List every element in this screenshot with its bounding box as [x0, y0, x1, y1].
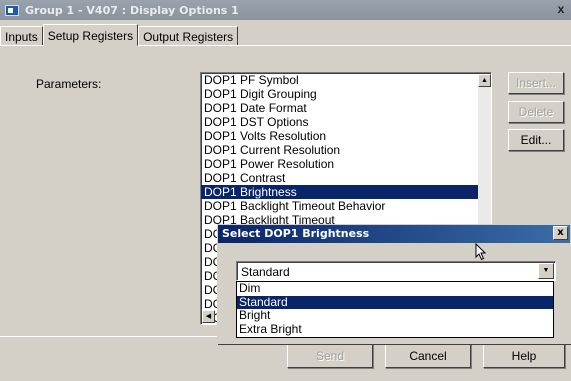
delete-button[interactable]: Delete — [508, 101, 564, 123]
scroll-up-arrow-icon[interactable]: ▲ — [478, 74, 491, 87]
dropdown-option[interactable]: Extra Bright — [237, 322, 553, 337]
list-item[interactable]: DOP1 Brightness — [201, 185, 491, 199]
tab-bar: Inputs Setup Registers Output Registers — [0, 24, 239, 46]
tab-output-registers[interactable]: Output Registers — [138, 26, 239, 46]
select-brightness-popup: Select DOP1 Brightness x Standard ▼ Dim S… — [217, 224, 571, 344]
list-item[interactable]: DOP1 Date Format — [201, 101, 491, 115]
window-title: Group 1 - V407 : Display Options 1 — [25, 3, 239, 17]
list-item[interactable]: DOP1 DST Options — [201, 115, 491, 129]
dropdown-option[interactable]: Bright — [237, 308, 553, 323]
dropdown-option[interactable]: Standard — [237, 295, 553, 309]
help-button[interactable]: Help — [483, 344, 565, 368]
cancel-button[interactable]: Cancel — [385, 344, 471, 368]
list-item[interactable]: DOP1 Current Resolution — [201, 143, 491, 157]
popup-title: Select DOP1 Brightness — [222, 227, 370, 240]
edit-button[interactable]: Edit... — [508, 129, 564, 151]
list-item[interactable]: DOP1 PF Symbol — [201, 73, 491, 87]
list-item[interactable]: DOP1 Contrast — [201, 171, 491, 185]
parameters-label: Parameters: — [36, 77, 102, 91]
list-item[interactable]: DOP1 Power Resolution — [201, 157, 491, 171]
window-close-button[interactable]: x — [553, 2, 569, 17]
list-item[interactable]: DOP1 Backlight Timeout Behavior — [201, 199, 491, 213]
window-titlebar: Group 1 - V407 : Display Options 1 x — [0, 0, 571, 20]
mouse-cursor-icon — [475, 243, 487, 261]
popup-close-button[interactable]: x — [553, 226, 568, 240]
list-item[interactable]: DOP1 Digit Grouping — [201, 87, 491, 101]
popup-titlebar: Select DOP1 Brightness x — [218, 225, 570, 243]
list-item[interactable]: DOP1 Volts Resolution — [201, 129, 491, 143]
app-icon — [5, 4, 19, 16]
combobox-value: Standard — [241, 265, 290, 279]
send-button[interactable]: Send — [287, 344, 373, 368]
insert-button[interactable]: Insert... — [508, 72, 564, 94]
tab-setup-registers[interactable]: Setup Registers — [42, 24, 139, 46]
brightness-dropdown-list: Dim Standard Bright Extra Bright — [236, 281, 554, 338]
chevron-down-icon[interactable]: ▼ — [538, 263, 554, 279]
dropdown-option[interactable]: Dim — [237, 281, 553, 296]
scroll-left-arrow-icon[interactable]: ◀ — [202, 310, 215, 323]
tab-inputs[interactable]: Inputs — [0, 26, 43, 46]
brightness-combobox[interactable]: Standard ▼ — [236, 261, 556, 281]
